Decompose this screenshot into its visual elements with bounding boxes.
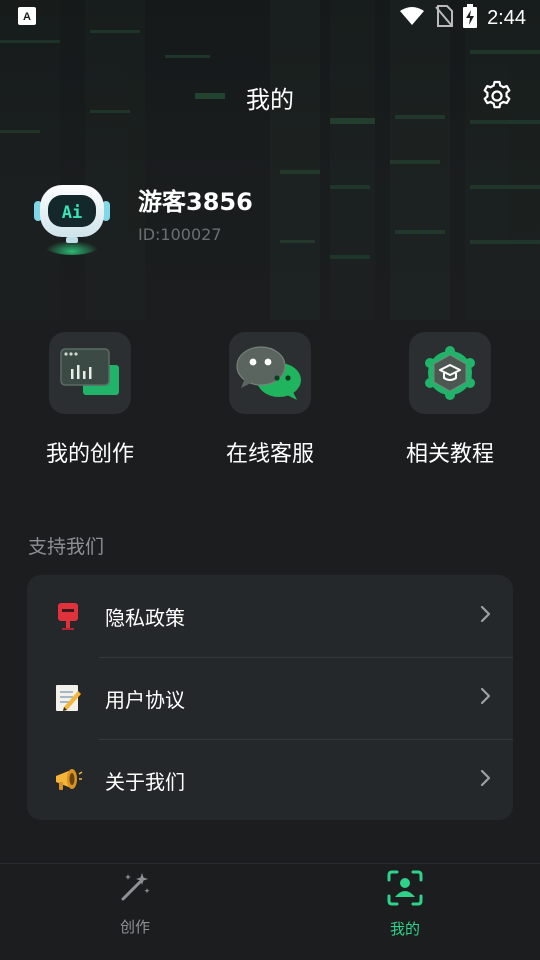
chevron-right-icon <box>479 605 491 627</box>
svg-text:Ai: Ai <box>62 203 82 223</box>
megaphone-icon <box>53 765 83 795</box>
list-item-label: 关于我们 <box>105 769 185 794</box>
bottom-tab-bar: 创作 我的 <box>0 863 540 960</box>
list-item-user-agreement[interactable]: 用户协议 <box>27 657 513 739</box>
page-header: 我的 <box>0 72 540 122</box>
shortcut-label: 我的创作 <box>45 442 134 467</box>
memo-icon <box>53 683 83 713</box>
profile-id: ID:100027 <box>138 225 222 244</box>
shortcut-grid: 我的创作 在线客服 相关教程 <box>0 332 540 468</box>
profile-section[interactable]: Ai 游客3856 ID:100027 <box>30 170 253 260</box>
chevron-right-icon <box>479 687 491 709</box>
list-item-label: 隐私政策 <box>105 605 185 630</box>
graduation-cap-icon <box>409 332 491 414</box>
gear-icon <box>481 79 513 115</box>
shortcut-my-creations[interactable]: 我的创作 <box>0 332 180 468</box>
avatar[interactable]: Ai <box>30 173 114 257</box>
tab-mine[interactable]: 我的 <box>270 864 540 960</box>
wifi-icon <box>399 6 425 30</box>
a-icon: A <box>18 7 36 29</box>
tab-label: 我的 <box>389 920 420 938</box>
header-background <box>0 0 540 320</box>
magic-wand-icon <box>118 870 152 908</box>
list-item-privacy-policy[interactable]: 隐私政策 <box>27 575 513 657</box>
tab-create[interactable]: 创作 <box>0 864 270 960</box>
support-list: 隐私政策 用户协议 关于我们 <box>27 575 513 820</box>
shortcut-tutorials[interactable]: 相关教程 <box>360 332 540 468</box>
wechat-chat-icon <box>229 332 311 414</box>
user-scan-icon <box>387 870 423 910</box>
tab-label: 创作 <box>119 918 150 936</box>
battery-charging-icon <box>463 4 478 32</box>
creation-chart-icon <box>49 332 131 414</box>
section-title-support: 支持我们 <box>28 536 105 558</box>
list-item-about-us[interactable]: 关于我们 <box>27 739 513 820</box>
shortcut-label: 相关教程 <box>405 442 494 467</box>
status-time: 2:44 <box>487 6 526 29</box>
page-title: 我的 <box>246 85 294 114</box>
status-bar: A 2:44 <box>0 0 540 36</box>
list-item-label: 用户协议 <box>105 687 185 712</box>
no-sim-icon <box>435 5 454 31</box>
shortcut-online-support[interactable]: 在线客服 <box>180 332 360 468</box>
shortcut-label: 在线客服 <box>225 442 314 467</box>
chevron-right-icon <box>479 769 491 791</box>
profile-name: 游客3856 <box>138 188 253 216</box>
postbox-icon <box>53 601 83 631</box>
settings-button[interactable] <box>480 80 514 114</box>
svg-text:A: A <box>23 11 31 23</box>
